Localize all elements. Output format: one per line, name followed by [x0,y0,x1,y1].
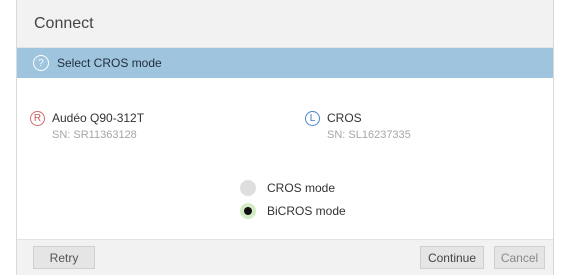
cros-mode-radio[interactable] [240,179,256,196]
connect-dialog: Connect ? Select CROS mode R Audéo Q90-3… [16,0,554,275]
mode-radio-group: CROS mode BiCROS mode [240,176,346,222]
continue-button[interactable]: Continue [420,246,484,269]
bicros-mode-label[interactable]: BiCROS mode [267,204,346,218]
instruction-banner: ? Select CROS mode [17,48,553,78]
right-ear-icon: R [30,111,45,126]
cros-mode-option[interactable]: CROS mode [240,176,346,199]
device-serial: SN: SR11363128 [52,129,137,141]
dialog-title: Connect [34,14,94,32]
device-right-ear: R Audéo Q90-312T SN: SR11363128 [30,110,144,143]
device-serial: SN: SL16237335 [327,129,411,141]
device-left-ear: L CROS SN: SL16237335 [305,110,411,143]
cros-mode-label[interactable]: CROS mode [267,181,335,195]
help-icon: ? [33,55,49,71]
retry-button[interactable]: Retry [33,246,95,269]
title-bar: Connect [17,0,553,48]
bicros-mode-option[interactable]: BiCROS mode [240,199,346,222]
bicros-mode-radio[interactable] [240,202,256,219]
cancel-button[interactable]: Cancel [494,246,545,269]
dialog-footer: Retry Continue Cancel [17,239,553,275]
banner-text: Select CROS mode [57,56,162,70]
left-ear-icon: L [305,111,320,126]
device-list: R Audéo Q90-312T SN: SR11363128 L CROS S… [17,78,553,162]
device-name: CROS [327,111,362,125]
device-name: Audéo Q90-312T [52,111,145,125]
